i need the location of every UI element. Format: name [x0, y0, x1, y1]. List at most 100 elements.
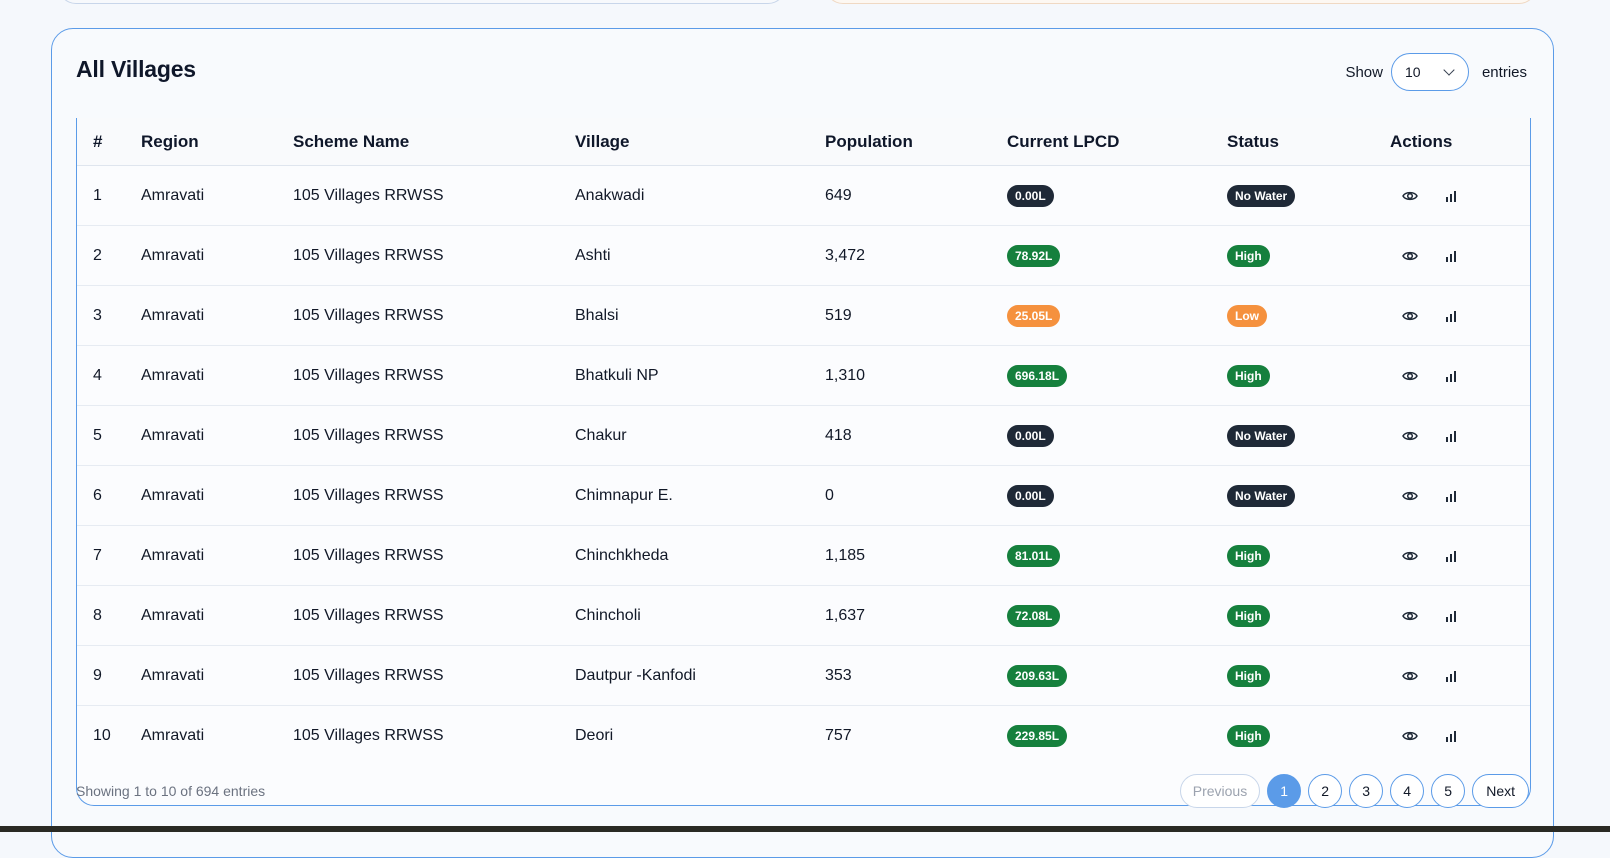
- lpcd-badge: 81.01L: [1007, 544, 1061, 567]
- show-label: Show: [1345, 63, 1383, 81]
- cell-village: Deori: [575, 726, 614, 744]
- cell-status: No Water: [1211, 165, 1374, 226]
- cell-status: High: [1211, 225, 1374, 286]
- page-3-button[interactable]: 3: [1349, 774, 1384, 808]
- eye-icon[interactable]: [1402, 730, 1418, 742]
- bar-chart-icon[interactable]: [1445, 490, 1457, 502]
- bar-chart-icon[interactable]: [1445, 310, 1457, 322]
- bar-chart-icon[interactable]: [1445, 370, 1457, 382]
- page-2-button[interactable]: 2: [1308, 774, 1343, 808]
- page-5-button[interactable]: 5: [1431, 774, 1466, 808]
- lpcd-badge: 209.63L: [1007, 664, 1068, 687]
- col-header-lpcd[interactable]: Current LPCD: [991, 118, 1211, 166]
- col-header-village[interactable]: Village: [559, 118, 809, 166]
- cell-region: Amravati: [125, 525, 277, 586]
- cell-lpcd: 81.01L: [991, 525, 1211, 586]
- eye-icon[interactable]: [1402, 430, 1418, 442]
- cell-lpcd: 0.00L: [991, 165, 1211, 226]
- cell-scheme: 105 Villages RRWSS: [277, 405, 559, 466]
- eye-icon[interactable]: [1402, 550, 1418, 562]
- cell-actions: [1374, 645, 1530, 706]
- bar-chart-icon[interactable]: [1445, 190, 1457, 202]
- status-badge: High: [1227, 244, 1270, 267]
- status-badge: No Water: [1227, 484, 1296, 507]
- cell-actions: [1374, 585, 1530, 646]
- cell-index: 5: [77, 405, 125, 466]
- row-actions: [1390, 610, 1530, 622]
- table-row: 1 Amravati 105 Villages RRWSS Anakwadi 649 0.…: [77, 165, 1530, 226]
- bar-chart-icon[interactable]: [1445, 670, 1457, 682]
- row-actions: [1390, 190, 1530, 202]
- cell-status: High: [1211, 706, 1374, 766]
- eye-icon[interactable]: [1402, 250, 1418, 262]
- cell-population: 649: [809, 165, 991, 226]
- cell-status: High: [1211, 525, 1374, 586]
- previous-button[interactable]: Previous: [1179, 774, 1261, 808]
- cell-population: 1,310: [809, 345, 991, 406]
- status-badge: High: [1227, 544, 1270, 567]
- table-row: 5 Amravati 105 Villages RRWSS Chakur 418 0.00…: [77, 405, 1530, 466]
- cell-index: 10: [93, 726, 111, 744]
- cell-index: 4: [77, 345, 125, 406]
- lpcd-badge: 0.00L: [1007, 424, 1054, 447]
- col-header-index[interactable]: #: [77, 118, 125, 166]
- page-1-button[interactable]: 1: [1267, 774, 1302, 808]
- cell-lpcd: 696.18L: [991, 345, 1211, 406]
- row-actions: [1390, 430, 1530, 442]
- lpcd-badge: 78.92L: [1007, 244, 1061, 267]
- next-button[interactable]: Next: [1472, 774, 1529, 808]
- row-actions: [1390, 730, 1530, 742]
- cell-scheme: 105 Villages RRWSS: [277, 285, 559, 346]
- cell-scheme: 105 Villages RRWSS: [277, 525, 559, 586]
- cell-index: 1: [77, 165, 125, 226]
- lpcd-badge: 0.00L: [1007, 184, 1054, 207]
- cell-population: 0: [809, 465, 991, 526]
- status-badge: No Water: [1227, 424, 1296, 447]
- entries-select[interactable]: 10: [1390, 53, 1469, 91]
- table-row: 6 Amravati 105 Villages RRWSS Chimnapur E. 0…: [77, 465, 1530, 526]
- cell-village: Ashti: [559, 225, 809, 286]
- cell-actions: [1374, 525, 1530, 586]
- col-header-region[interactable]: Region: [125, 118, 277, 166]
- row-actions: [1390, 310, 1530, 322]
- cell-status: High: [1211, 345, 1374, 406]
- cell-population: 1,185: [809, 525, 991, 586]
- lpcd-badge: 25.05L: [1007, 304, 1061, 327]
- bar-chart-icon[interactable]: [1445, 430, 1457, 442]
- cell-actions: [1374, 345, 1530, 406]
- eye-icon[interactable]: [1402, 370, 1418, 382]
- cell-lpcd: 229.85L: [991, 706, 1211, 766]
- villages-table-container: # Region Scheme Name Village Population …: [76, 118, 1531, 806]
- eye-icon[interactable]: [1402, 310, 1418, 322]
- bar-chart-icon[interactable]: [1445, 610, 1457, 622]
- col-header-actions: Actions: [1374, 118, 1530, 166]
- cell-lpcd: 25.05L: [991, 285, 1211, 346]
- bar-chart-icon[interactable]: [1445, 550, 1457, 562]
- cell-region: Amravati: [125, 585, 277, 646]
- lpcd-badge: 696.18L: [1007, 364, 1068, 387]
- cell-actions: [1374, 165, 1530, 226]
- eye-icon[interactable]: [1402, 190, 1418, 202]
- col-header-status[interactable]: Status: [1211, 118, 1374, 166]
- col-header-population[interactable]: Population: [809, 118, 991, 166]
- length-control: Show 10 entries: [1345, 53, 1527, 91]
- cell-lpcd: 78.92L: [991, 225, 1211, 286]
- cell-scheme: 105 Villages RRWSS: [277, 345, 559, 406]
- page-4-button[interactable]: 4: [1390, 774, 1425, 808]
- table-row: 4 Amravati 105 Villages RRWSS Bhatkuli NP 1,…: [77, 345, 1530, 406]
- eye-icon[interactable]: [1402, 610, 1418, 622]
- cell-index: 3: [77, 285, 125, 346]
- cell-actions: [1374, 225, 1530, 286]
- bar-chart-icon[interactable]: [1445, 250, 1457, 262]
- cell-lpcd: 209.63L: [991, 645, 1211, 706]
- cell-population: 757: [825, 726, 852, 744]
- villages-table: # Region Scheme Name Village Population …: [77, 118, 1530, 766]
- col-header-scheme[interactable]: Scheme Name: [277, 118, 559, 166]
- table-info: Showing 1 to 10 of 694 entries: [76, 783, 266, 799]
- cell-population: 3,472: [809, 225, 991, 286]
- bar-chart-icon[interactable]: [1445, 730, 1457, 742]
- eye-icon[interactable]: [1402, 490, 1418, 502]
- cell-region: Amravati: [125, 345, 277, 406]
- row-actions: [1390, 670, 1530, 682]
- eye-icon[interactable]: [1402, 670, 1418, 682]
